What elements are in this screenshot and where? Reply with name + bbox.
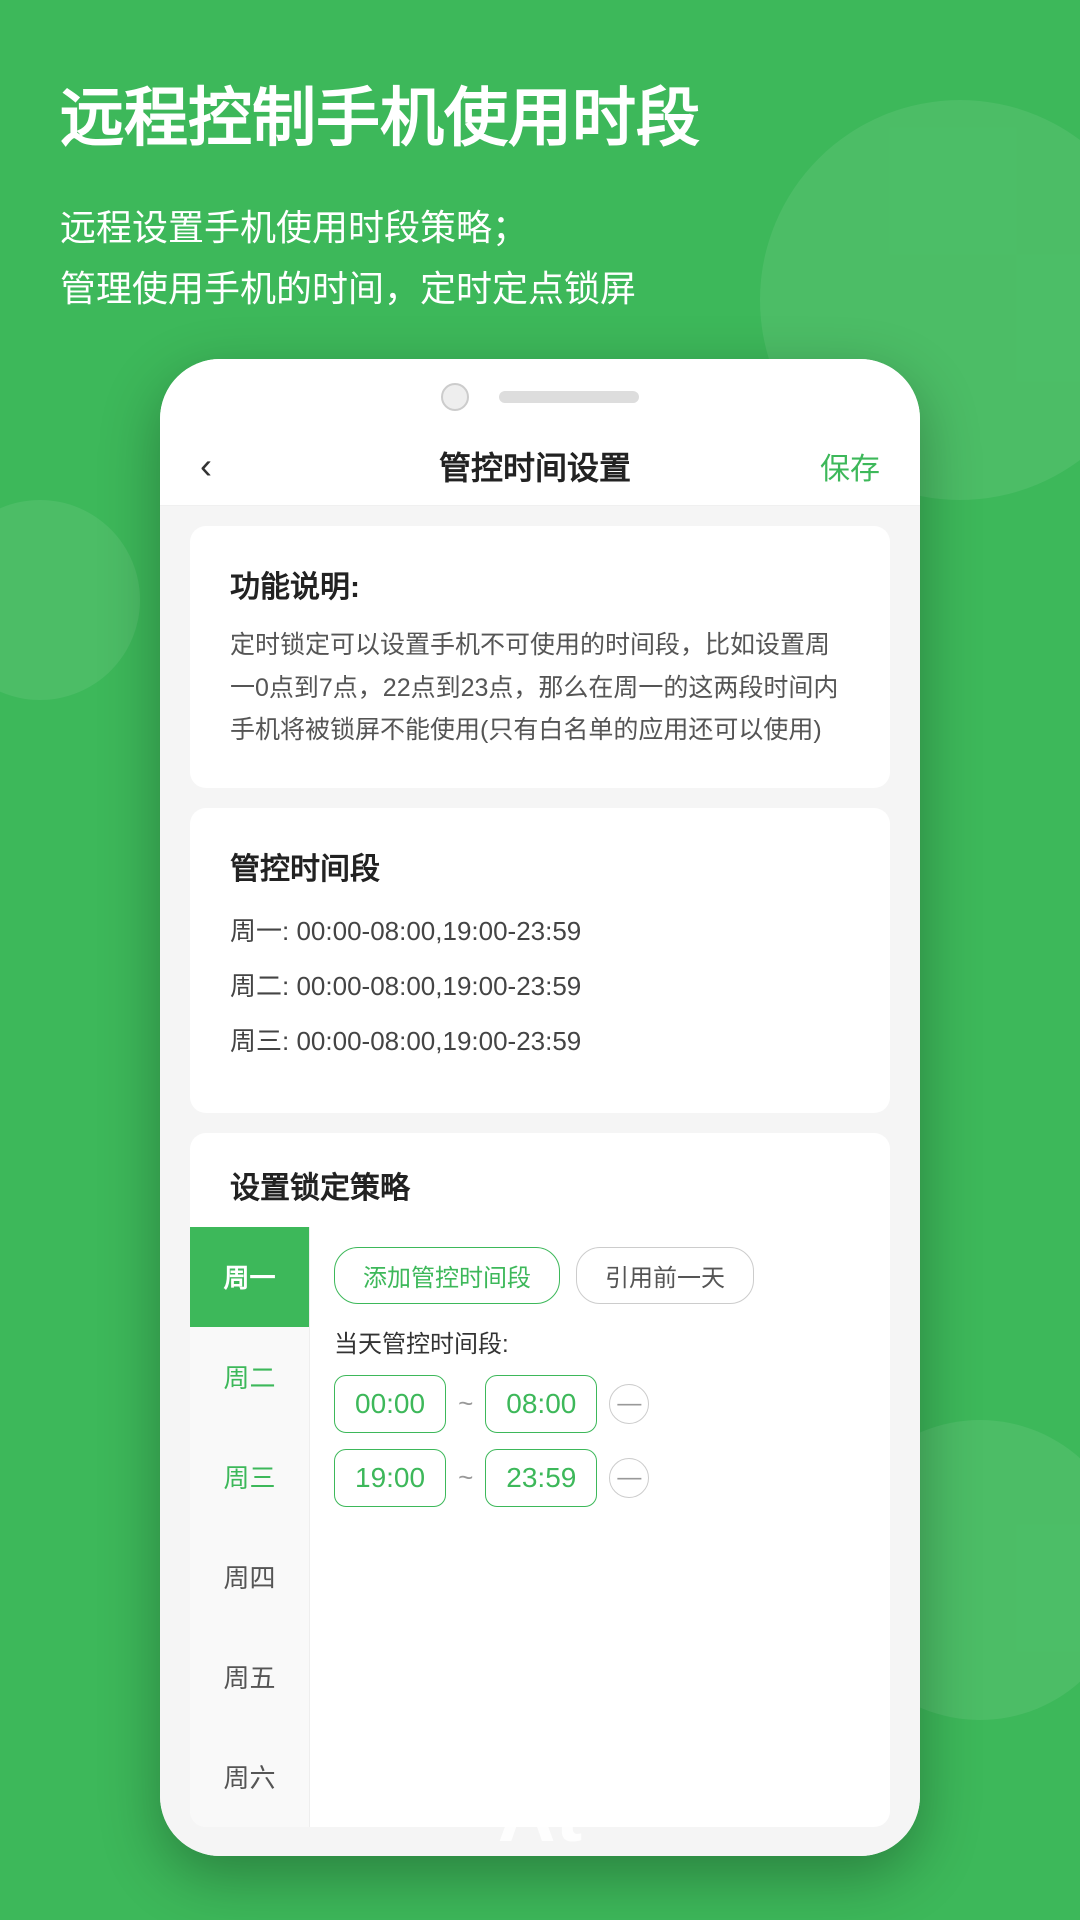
nav-bar: ‹ 管控时间设置 保存 (160, 427, 920, 506)
page-main-title: 远程控制手机使用时段 (60, 80, 1020, 157)
header-description: 远程设置手机使用时段策略； 管理使用手机的时间，定时定点锁屏 (60, 197, 1020, 319)
time-range-row-2: 19:00 ~ 23:59 — (334, 1449, 866, 1507)
schedule-card-title: 管控时间段 (230, 844, 850, 888)
phone-camera (441, 383, 469, 411)
feature-card: 功能说明: 定时锁定可以设置手机不可使用的时间段，比如设置周一0点到7点，22点… (190, 526, 890, 788)
time-start-2[interactable]: 19:00 (334, 1449, 446, 1507)
current-period-label: 当天管控时间段: (334, 1324, 866, 1359)
add-time-button[interactable]: 添加管控时间段 (334, 1247, 560, 1304)
day-item-wednesday[interactable]: 周三 (190, 1427, 309, 1527)
copy-prev-button[interactable]: 引用前一天 (576, 1247, 754, 1304)
time-tilde-1: ~ (458, 1388, 473, 1419)
strategy-body: 周一 周二 周三 周四 周五 周六 添加管控时间段 引用前一天 当天管控时间段: (190, 1227, 890, 1827)
schedule-row-tuesday: 周二: 00:00-08:00,19:00-23:59 (230, 967, 850, 1006)
day-item-tuesday[interactable]: 周二 (190, 1327, 309, 1427)
phone-speaker (499, 391, 639, 403)
schedule-row-wednesday: 周三: 00:00-08:00,19:00-23:59 (230, 1022, 850, 1061)
phone-frame: ‹ 管控时间设置 保存 功能说明: 定时锁定可以设置手机不可使用的时间段，比如设… (160, 359, 920, 1856)
time-range-row-1: 00:00 ~ 08:00 — (334, 1375, 866, 1433)
nav-title: 管控时间设置 (439, 443, 631, 489)
day-item-thursday[interactable]: 周四 (190, 1527, 309, 1627)
save-button[interactable]: 保存 (820, 444, 880, 488)
time-start-1[interactable]: 00:00 (334, 1375, 446, 1433)
feature-card-description: 定时锁定可以设置手机不可使用的时间段，比如设置周一0点到7点，22点到23点，那… (230, 624, 850, 752)
phone-top-bar (160, 359, 920, 427)
strategy-card-title: 设置锁定策略 (190, 1133, 890, 1227)
time-tilde-2: ~ (458, 1462, 473, 1493)
strategy-buttons: 添加管控时间段 引用前一天 (334, 1247, 866, 1304)
day-item-monday[interactable]: 周一 (190, 1227, 309, 1327)
day-item-saturday[interactable]: 周六 (190, 1727, 309, 1827)
strategy-right-panel: 添加管控时间段 引用前一天 当天管控时间段: 00:00 ~ 08:00 — (310, 1227, 890, 1827)
time-end-1[interactable]: 08:00 (485, 1375, 597, 1433)
feature-card-title: 功能说明: (230, 562, 850, 606)
schedule-row-monday: 周一: 00:00-08:00,19:00-23:59 (230, 912, 850, 951)
phone-content: 功能说明: 定时锁定可以设置手机不可使用的时间段，比如设置周一0点到7点，22点… (160, 506, 920, 1856)
remove-time-1-button[interactable]: — (609, 1384, 649, 1424)
strategy-card: 设置锁定策略 周一 周二 周三 周四 周五 周六 添加管控时间段 (190, 1133, 890, 1827)
day-item-friday[interactable]: 周五 (190, 1627, 309, 1727)
schedule-card: 管控时间段 周一: 00:00-08:00,19:00-23:59 周二: 00… (190, 808, 890, 1113)
day-sidebar: 周一 周二 周三 周四 周五 周六 (190, 1227, 310, 1827)
bottom-at-text: At (498, 1768, 582, 1860)
bottom-hint: At (440, 1768, 640, 1860)
time-end-2[interactable]: 23:59 (485, 1449, 597, 1507)
back-button[interactable]: ‹ (200, 445, 250, 487)
remove-time-2-button[interactable]: — (609, 1458, 649, 1498)
